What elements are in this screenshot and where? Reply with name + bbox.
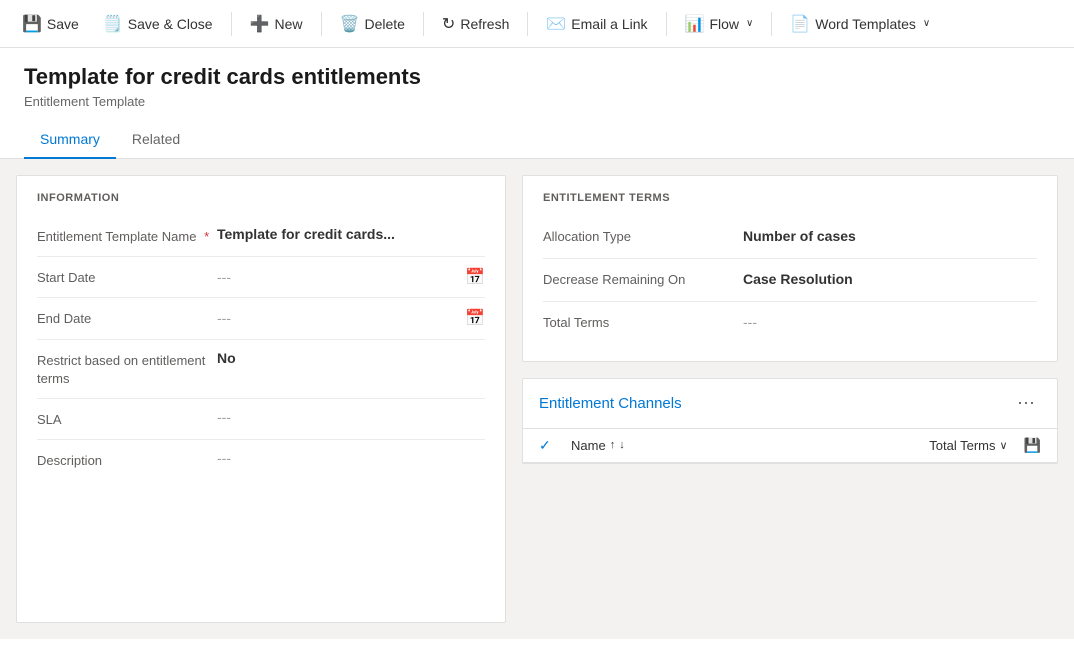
field-allocation-type: Allocation Type Number of cases xyxy=(543,216,1037,259)
field-template-name-value[interactable]: Template for credit cards... xyxy=(217,226,485,242)
check-column: ✓ xyxy=(539,437,563,454)
field-decrease-remaining-label: Decrease Remaining On xyxy=(543,271,743,289)
refresh-icon: ↻ xyxy=(442,14,455,34)
name-sort-down[interactable]: ↓ xyxy=(619,439,625,451)
email-icon: ✉️ xyxy=(546,14,566,34)
tab-related[interactable]: Related xyxy=(116,121,196,159)
divider-3 xyxy=(423,12,424,36)
entitlement-channels-card: Entitlement Channels ⋯ ✓ Name ↑ ↓ Total … xyxy=(522,378,1058,464)
tabs: Summary Related xyxy=(0,121,1074,159)
save-label: Save xyxy=(47,16,79,32)
new-icon: ➕ xyxy=(250,14,270,34)
page-subtitle: Entitlement Template xyxy=(24,94,1050,109)
entitlement-terms-title: ENTITLEMENT TERMS xyxy=(543,192,1037,204)
field-end-date-value[interactable]: --- 📅 xyxy=(217,308,485,328)
save-icon: 💾 xyxy=(22,14,42,34)
name-sort-up[interactable]: ↑ xyxy=(610,439,616,451)
right-wrapper: ENTITLEMENT TERMS Allocation Type Number… xyxy=(522,175,1058,623)
delete-button[interactable]: 🗑️ Delete xyxy=(330,8,415,40)
start-date-calendar-icon[interactable]: 📅 xyxy=(465,267,485,287)
page-header: Template for credit cards entitlements E… xyxy=(0,48,1074,109)
delete-icon: 🗑️ xyxy=(340,14,360,34)
new-label: New xyxy=(275,16,303,32)
flow-label: Flow xyxy=(709,16,739,32)
divider-5 xyxy=(666,12,667,36)
channels-title: Entitlement Channels xyxy=(539,395,682,412)
field-restrict-value[interactable]: No xyxy=(217,350,485,366)
field-end-date: End Date --- 📅 xyxy=(37,298,485,339)
entitlement-terms-card: ENTITLEMENT TERMS Allocation Type Number… xyxy=(522,175,1058,362)
field-description-value[interactable]: --- xyxy=(217,450,485,466)
field-start-date-value[interactable]: --- 📅 xyxy=(217,267,485,287)
word-templates-dropdown-arrow: ∨ xyxy=(923,18,930,29)
divider-6 xyxy=(771,12,772,36)
divider-1 xyxy=(231,12,232,36)
field-total-terms-label: Total Terms xyxy=(543,314,743,332)
field-description: Description --- xyxy=(37,440,485,480)
save-close-button[interactable]: 🗒️ Save & Close xyxy=(93,8,223,40)
channels-header: Entitlement Channels ⋯ xyxy=(523,379,1057,429)
word-templates-label: Word Templates xyxy=(815,16,916,32)
field-decrease-remaining-value[interactable]: Case Resolution xyxy=(743,271,1037,287)
new-button[interactable]: ➕ New xyxy=(240,8,313,40)
field-restrict-label: Restrict based on entitlement terms xyxy=(37,350,217,388)
field-description-label: Description xyxy=(37,450,217,470)
content-area: INFORMATION Entitlement Template Name * … xyxy=(0,159,1074,639)
field-template-name-label: Entitlement Template Name * xyxy=(37,226,217,246)
tab-related-label: Related xyxy=(132,131,180,147)
toolbar: 💾 Save 🗒️ Save & Close ➕ New 🗑️ Delete ↻… xyxy=(0,0,1074,48)
field-template-name: Entitlement Template Name * Template for… xyxy=(37,216,485,257)
divider-2 xyxy=(321,12,322,36)
channels-menu-button[interactable]: ⋯ xyxy=(1011,391,1041,416)
field-allocation-type-value[interactable]: Number of cases xyxy=(743,228,1037,244)
save-close-label: Save & Close xyxy=(128,16,213,32)
field-total-terms: Total Terms --- xyxy=(543,302,1037,344)
field-sla: SLA --- xyxy=(37,399,485,440)
end-date-calendar-icon[interactable]: 📅 xyxy=(465,308,485,328)
field-sla-value[interactable]: --- xyxy=(217,409,485,425)
field-decrease-remaining: Decrease Remaining On Case Resolution xyxy=(543,259,1037,302)
word-templates-icon: 📄 xyxy=(790,14,810,34)
divider-4 xyxy=(527,12,528,36)
save-close-icon: 🗒️ xyxy=(103,14,123,34)
field-sla-label: SLA xyxy=(37,409,217,429)
channels-save-icon[interactable]: 💾 xyxy=(1024,437,1041,454)
flow-dropdown-arrow: ∨ xyxy=(746,18,753,29)
field-total-terms-value[interactable]: --- xyxy=(743,314,1037,330)
save-button[interactable]: 💾 Save xyxy=(12,8,89,40)
field-allocation-type-label: Allocation Type xyxy=(543,228,743,246)
required-star: * xyxy=(204,229,209,244)
flow-button[interactable]: 📊 Flow ∨ xyxy=(675,8,764,40)
information-card: INFORMATION Entitlement Template Name * … xyxy=(16,175,506,623)
field-end-date-label: End Date xyxy=(37,308,217,328)
refresh-label: Refresh xyxy=(460,16,509,32)
channels-table-header: ✓ Name ↑ ↓ Total Terms ∨ 💾 xyxy=(523,429,1057,463)
word-templates-button[interactable]: 📄 Word Templates ∨ xyxy=(780,8,940,40)
tab-summary[interactable]: Summary xyxy=(24,121,116,159)
flow-icon: 📊 xyxy=(685,14,705,34)
information-section-title: INFORMATION xyxy=(37,192,485,204)
refresh-button[interactable]: ↻ Refresh xyxy=(432,8,519,40)
total-terms-dropdown-arrow[interactable]: ∨ xyxy=(1000,439,1008,452)
page-title: Template for credit cards entitlements xyxy=(24,64,1050,90)
field-start-date: Start Date --- 📅 xyxy=(37,257,485,298)
field-restrict: Restrict based on entitlement terms No xyxy=(37,340,485,399)
total-terms-column-header[interactable]: Total Terms ∨ xyxy=(929,438,1007,453)
email-link-label: Email a Link xyxy=(571,16,647,32)
email-link-button[interactable]: ✉️ Email a Link xyxy=(536,8,657,40)
tab-summary-label: Summary xyxy=(40,131,100,147)
name-column-header[interactable]: Name ↑ ↓ xyxy=(571,438,921,453)
field-start-date-label: Start Date xyxy=(37,267,217,287)
delete-label: Delete xyxy=(364,16,404,32)
